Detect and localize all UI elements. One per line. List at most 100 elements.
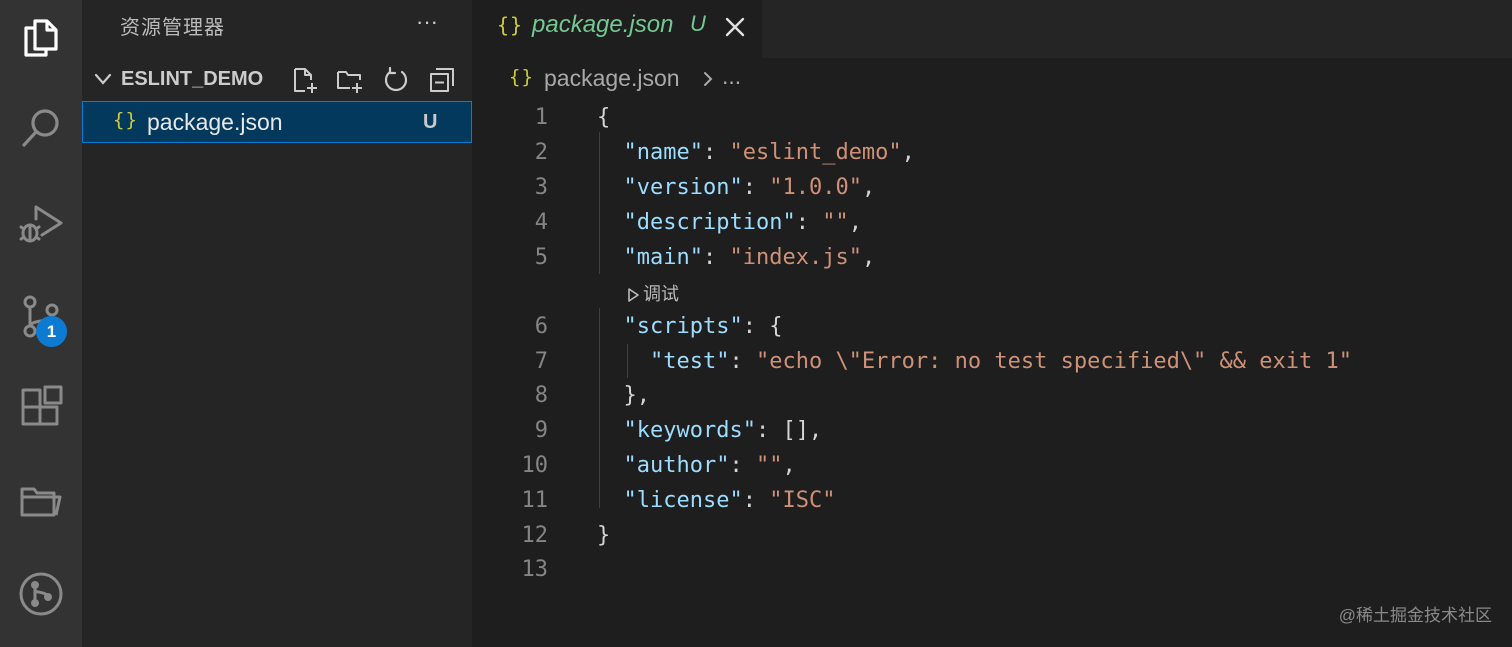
code-line: } bbox=[597, 523, 610, 548]
json-key: "main" bbox=[623, 245, 703, 270]
code-token: , bbox=[901, 140, 915, 165]
line-number: 13 bbox=[521, 557, 549, 582]
json-string: "echo \"Error: no test specified\" && ex… bbox=[755, 349, 1352, 374]
extensions-icon[interactable] bbox=[0, 372, 82, 444]
editor-area: {} package.json U {} package.json ... 调试… bbox=[472, 0, 1512, 647]
remote-explorer-icon[interactable] bbox=[0, 464, 82, 536]
json-string: "index.js" bbox=[729, 245, 862, 270]
json-file-icon: {} bbox=[497, 13, 524, 37]
json-key: "license" bbox=[623, 488, 743, 513]
json-file-icon: {} bbox=[113, 109, 138, 131]
line-number: 6 bbox=[534, 314, 548, 339]
code-token: : bbox=[729, 349, 756, 374]
json-key: "version" bbox=[623, 175, 743, 200]
code-editor[interactable]: 调试 1 2 3 4 5 6 7 8 9 10 11 12 13{ "name": "eslint_de… bbox=[472, 100, 1512, 647]
code-line: "test": "echo \"Error: no test specified… bbox=[597, 349, 1352, 374]
code-token: : bbox=[702, 140, 730, 165]
line-number: 1 bbox=[534, 105, 548, 130]
line-number: 7 bbox=[534, 349, 548, 374]
breadcrumb-more[interactable]: ... bbox=[722, 63, 741, 90]
json-string: "1.0.0" bbox=[769, 175, 862, 200]
line-number: 2 bbox=[534, 140, 548, 165]
git-graph-icon[interactable] bbox=[0, 558, 82, 630]
line-number: 11 bbox=[521, 488, 549, 513]
breadcrumb: {} package.json ... bbox=[472, 58, 1512, 100]
code-token: , bbox=[861, 175, 876, 200]
tab-status: U bbox=[690, 11, 706, 36]
code-line: }, bbox=[597, 383, 651, 408]
code-token: : { bbox=[742, 314, 783, 339]
refresh-button[interactable] bbox=[380, 64, 412, 96]
file-item-package-json[interactable]: {} package.json U bbox=[82, 101, 472, 143]
collapse-all-icon bbox=[430, 68, 454, 92]
activity-bar: 1 bbox=[0, 0, 82, 647]
watermark: @稀土掘金技术社区 bbox=[1338, 606, 1492, 625]
refresh-icon bbox=[384, 66, 408, 92]
new-folder-button[interactable] bbox=[334, 64, 366, 96]
file-name: package.json bbox=[147, 109, 283, 135]
chevron-right-icon bbox=[704, 72, 713, 86]
run-debug-icon[interactable] bbox=[0, 186, 82, 258]
line-number: 12 bbox=[521, 523, 549, 548]
explorer-icon[interactable] bbox=[0, 0, 82, 72]
json-string: "ISC" bbox=[769, 488, 836, 513]
code-line: "name": "eslint_demo", bbox=[597, 140, 915, 165]
collapse-all-button[interactable] bbox=[426, 64, 458, 96]
close-icon[interactable] bbox=[720, 12, 750, 42]
json-string: "" bbox=[755, 453, 783, 478]
sidebar-title: 资源管理器 bbox=[120, 17, 225, 39]
json-file-icon[interactable]: {} bbox=[509, 66, 534, 88]
code-token: : bbox=[742, 488, 770, 513]
json-key: "author" bbox=[623, 453, 730, 478]
code-line: "scripts": { bbox=[597, 314, 783, 339]
tab-bar: {} package.json U bbox=[472, 0, 1512, 58]
code-line: "main": "index.js", bbox=[597, 245, 876, 270]
line-number: 10 bbox=[521, 453, 549, 478]
new-file-button[interactable] bbox=[289, 64, 321, 96]
code-token: : bbox=[742, 175, 770, 200]
folder-header[interactable]: ESLINT_DEMO bbox=[82, 60, 472, 100]
more-actions-button[interactable]: ··· bbox=[410, 8, 444, 36]
tab-package-json[interactable]: {} package.json U bbox=[472, 0, 762, 58]
code-token: : [], bbox=[755, 418, 823, 443]
explorer-sidebar: 资源管理器 ··· ESLINT_DEMO {} package.json U bbox=[82, 0, 472, 647]
json-key: "description" bbox=[623, 210, 796, 235]
tab-label: package.json bbox=[532, 11, 674, 38]
code-line: "license": "ISC" bbox=[597, 488, 836, 513]
code-token: } bbox=[597, 523, 611, 548]
folder-name: ESLINT_DEMO bbox=[121, 68, 264, 90]
code-token: { bbox=[597, 105, 611, 130]
json-key: "name" bbox=[623, 140, 703, 165]
code-line: "keywords": [], bbox=[597, 418, 823, 443]
scm-badge: 1 bbox=[36, 316, 67, 347]
code-line: "author": "", bbox=[597, 453, 796, 478]
search-icon[interactable] bbox=[0, 92, 82, 164]
line-number: 5 bbox=[534, 245, 548, 270]
code-token: }, bbox=[623, 383, 651, 408]
breadcrumb-file[interactable]: package.json bbox=[544, 65, 680, 92]
code-token: : bbox=[795, 210, 823, 235]
debug-codelens[interactable]: 调试 bbox=[627, 280, 679, 306]
code-token: : bbox=[702, 245, 730, 270]
code-line: "version": "1.0.0", bbox=[597, 175, 876, 200]
play-icon bbox=[628, 288, 639, 303]
untracked-badge: U bbox=[423, 111, 438, 133]
new-file-icon bbox=[294, 68, 317, 93]
code-token: , bbox=[848, 210, 862, 235]
json-string: "eslint_demo" bbox=[729, 140, 902, 165]
json-key: "keywords" bbox=[623, 418, 756, 443]
json-key: "scripts" bbox=[623, 314, 743, 339]
line-number: 9 bbox=[534, 418, 548, 443]
json-string: "" bbox=[822, 210, 849, 235]
code-line: { bbox=[597, 105, 610, 130]
line-number: 3 bbox=[534, 175, 548, 200]
